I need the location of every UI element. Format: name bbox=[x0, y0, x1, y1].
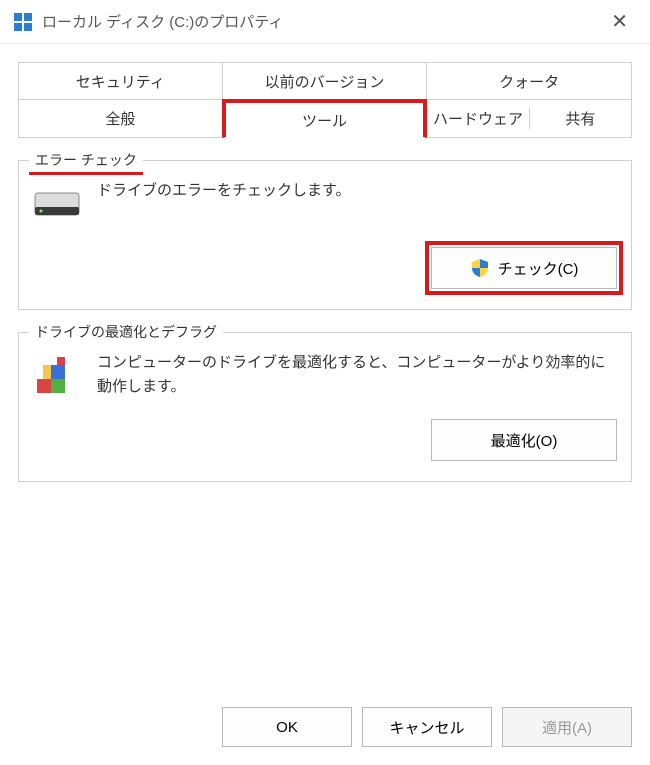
tab-quota[interactable]: クォータ bbox=[426, 62, 632, 100]
close-icon[interactable]: ✕ bbox=[603, 5, 636, 38]
optimize-desc: コンピューターのドライブを最適化すると、コンピューターがより効率的に動作します。 bbox=[97, 351, 617, 399]
group-error-check: エラー チェック ドライブのエラーをチェックします。 bbox=[18, 160, 632, 310]
tab-sharing[interactable]: 共有 bbox=[530, 108, 631, 129]
hdd-icon bbox=[33, 179, 81, 227]
tab-strip: セキュリティ 以前のバージョン クォータ 全般 ツール ハードウェア 共有 bbox=[18, 62, 632, 138]
tab-general[interactable]: 全般 bbox=[18, 99, 223, 138]
tab-previous-versions[interactable]: 以前のバージョン bbox=[222, 62, 428, 100]
optimize-button[interactable]: 最適化(O) bbox=[431, 419, 617, 461]
legend-optimize: ドライブの最適化とデフラグ bbox=[29, 322, 223, 342]
check-button-label: チェック(C) bbox=[498, 258, 579, 279]
legend-error-check: エラー チェック bbox=[29, 150, 143, 175]
window-title: ローカル ディスク (C:)のプロパティ bbox=[42, 11, 283, 32]
shield-icon bbox=[470, 258, 490, 278]
check-button[interactable]: チェック(C) bbox=[431, 247, 617, 289]
tab-security[interactable]: セキュリティ bbox=[18, 62, 223, 100]
tab-tools[interactable]: ツール bbox=[222, 99, 428, 138]
dialog-footer: OK キャンセル 適用(A) bbox=[222, 707, 632, 747]
error-check-desc: ドライブのエラーをチェックします。 bbox=[97, 179, 351, 227]
cancel-button[interactable]: キャンセル bbox=[362, 707, 492, 747]
optimize-button-label: 最適化(O) bbox=[491, 430, 558, 451]
defrag-icon bbox=[33, 351, 81, 399]
drive-icon bbox=[14, 13, 32, 31]
group-optimize: ドライブの最適化とデフラグ コンピューターのドライブを最適化すると、コンピュータ… bbox=[18, 332, 632, 482]
ok-button[interactable]: OK bbox=[222, 707, 352, 747]
titlebar: ローカル ディスク (C:)のプロパティ ✕ bbox=[0, 0, 650, 44]
tab-hardware[interactable]: ハードウェア bbox=[427, 108, 529, 129]
apply-button[interactable]: 適用(A) bbox=[502, 707, 632, 747]
